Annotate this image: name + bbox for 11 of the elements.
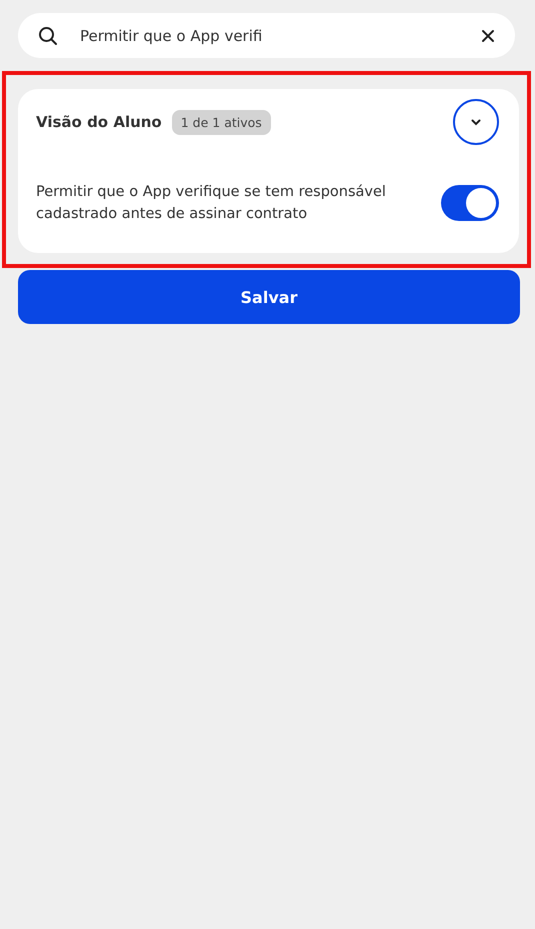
count-badge: 1 de 1 ativos [172, 110, 271, 134]
search-input[interactable]: Permitir que o App verifi [78, 26, 461, 46]
chevron-down-icon [471, 118, 481, 126]
section-title: Visão do Aluno [36, 113, 162, 131]
expand-button[interactable] [453, 99, 499, 145]
search-field[interactable]: Permitir que o App verifi [18, 13, 515, 58]
save-button[interactable]: Salvar [18, 270, 520, 324]
search-icon [38, 26, 58, 46]
close-icon[interactable] [481, 28, 495, 42]
setting-label: Permitir que o App verifique se tem responsável cadastrado antes de assinar contrato [36, 183, 387, 224]
toggle-switch[interactable] [441, 185, 499, 221]
